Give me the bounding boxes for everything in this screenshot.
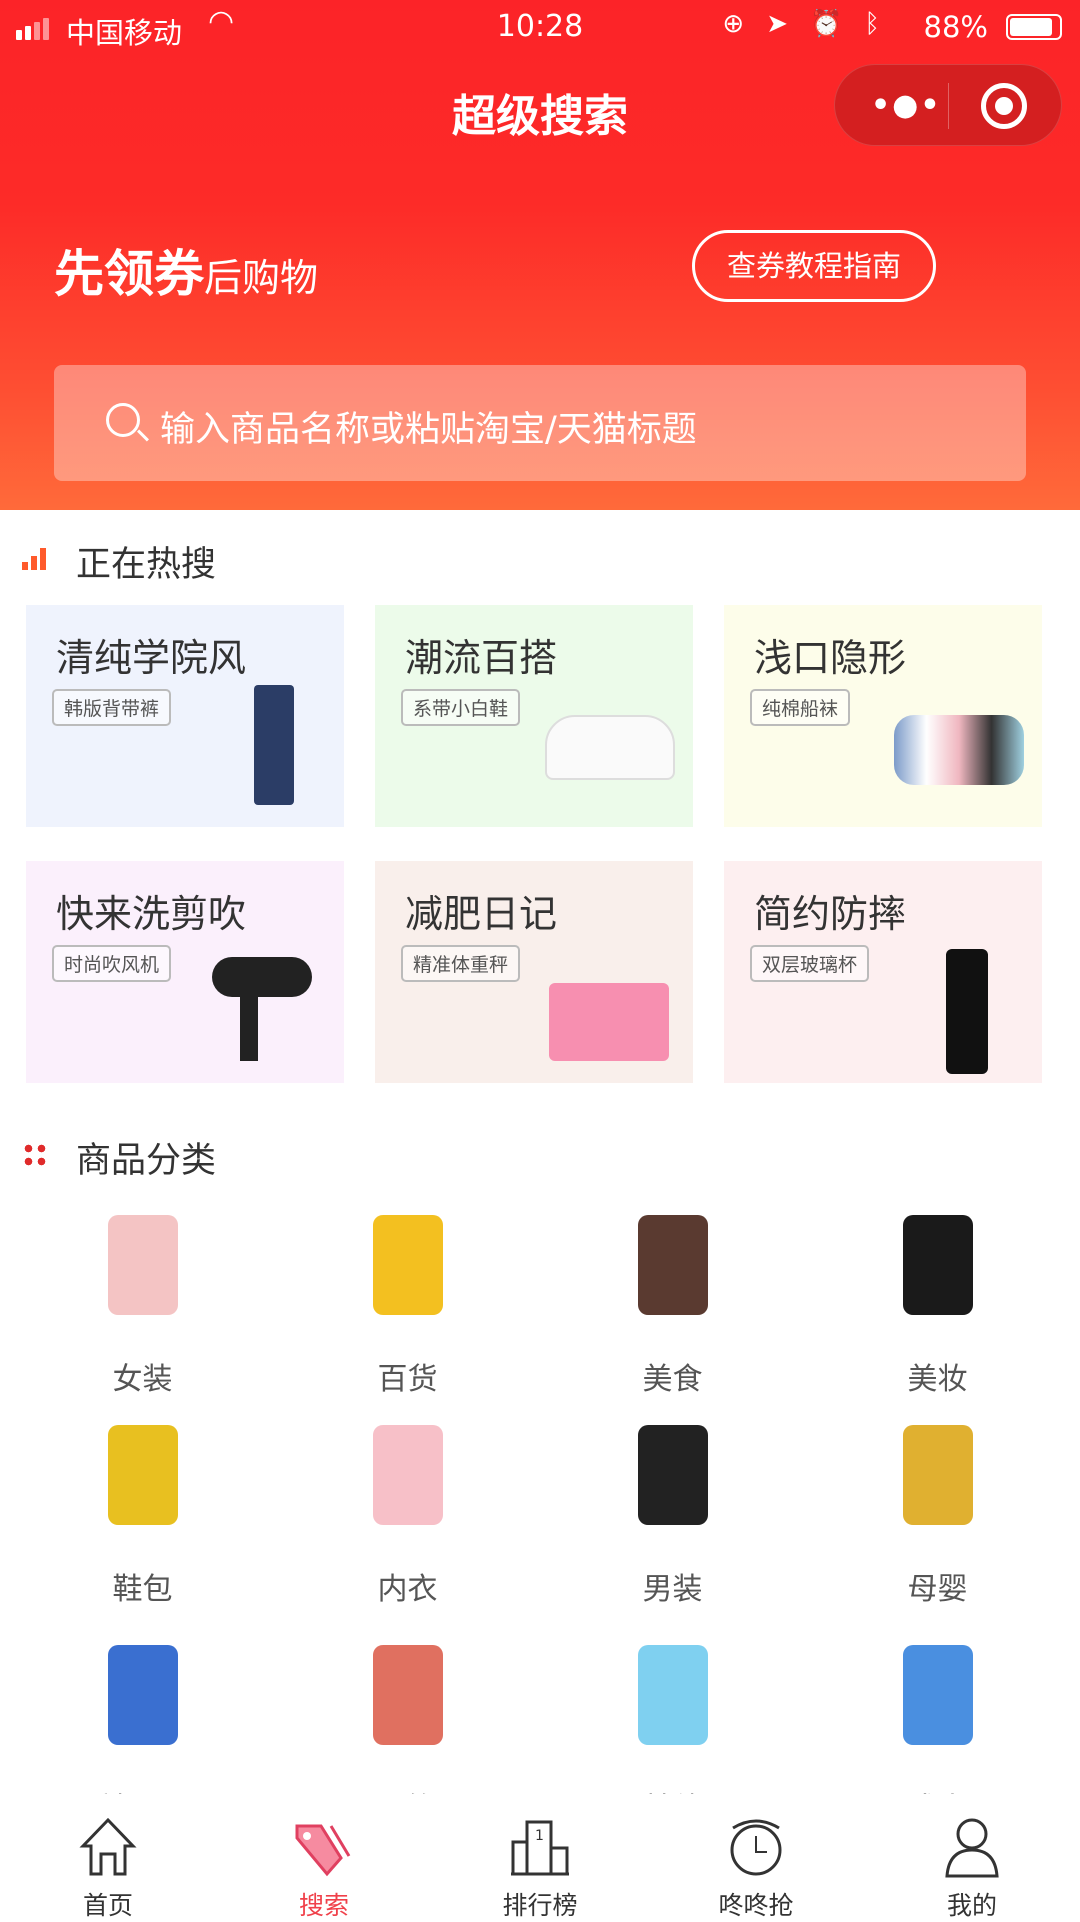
header: 中国移动 ◠ 10:28 ⊕ ➤ ⏰ ᛒ 88% 超级搜索 •●• 先领券后购物 查券… — [0, 0, 1080, 510]
category-label: 美妆 — [907, 1362, 968, 1397]
hot-card-title: 减肥日记 — [405, 892, 558, 936]
category-item[interactable]: 百货 — [275, 1210, 540, 1398]
category-image — [88, 1420, 198, 1530]
category-label: 鞋包 — [112, 1572, 173, 1607]
hot-card-tag: 纯棉船袜 — [750, 689, 851, 726]
battery-percent: 88% — [923, 10, 988, 44]
category-image — [353, 1210, 463, 1320]
category-item[interactable]: 美妆 — [805, 1210, 1070, 1398]
nav-label: 我的 — [946, 1891, 997, 1920]
category-title: 商品分类 — [76, 1141, 217, 1181]
category-image — [353, 1640, 463, 1750]
category-label: 内衣 — [377, 1572, 438, 1607]
hot-card[interactable]: 快来洗剪吹 时尚吹风机 — [26, 861, 344, 1083]
ranking-icon: 1 — [507, 1814, 573, 1880]
category-image — [353, 1420, 463, 1530]
category-label: 男装 — [642, 1572, 703, 1607]
category-item[interactable]: 内衣 — [275, 1420, 540, 1608]
nav-label: 排行榜 — [502, 1891, 578, 1920]
home-icon — [75, 1814, 141, 1880]
bottom-nav: 首页 搜索 1 排行榜 咚咚抢 我的 — [0, 1794, 1080, 1920]
hot-card-title: 快来洗剪吹 — [56, 892, 247, 936]
hot-card-tag: 时尚吹风机 — [52, 945, 172, 982]
hot-card-title: 清纯学院风 — [56, 636, 247, 680]
category-item[interactable]: 男装 — [540, 1420, 805, 1608]
search-input[interactable]: 输入商品名称或粘贴淘宝/天猫标题 — [54, 365, 1026, 481]
category-item[interactable]: 女装 — [10, 1210, 275, 1398]
slogan: 先领券后购物 — [54, 245, 319, 303]
category-label: 美食 — [642, 1362, 703, 1397]
category-item[interactable]: 母婴 — [805, 1420, 1070, 1608]
user-icon — [939, 1814, 1005, 1880]
category-image — [883, 1640, 993, 1750]
nav-item[interactable]: 搜索 — [216, 1794, 432, 1920]
clock: 10:28 — [496, 9, 584, 44]
nav-item[interactable]: 咚咚抢 — [648, 1794, 864, 1920]
hot-card-tag: 系带小白鞋 — [401, 689, 521, 726]
nav-label: 搜索 — [298, 1891, 349, 1920]
hot-card-title: 浅口隐形 — [754, 636, 907, 680]
search-icon — [106, 403, 140, 437]
alarm-icon: ⏰ — [810, 9, 843, 39]
hot-card[interactable]: 清纯学院风 韩版背带裤 — [26, 605, 344, 827]
search-placeholder: 输入商品名称或粘贴淘宝/天猫标题 — [160, 410, 697, 450]
miniprogram-capsule: •●• — [834, 64, 1062, 146]
hot-card[interactable]: 减肥日记 精准体重秤 — [375, 861, 693, 1083]
hot-card[interactable]: 潮流百搭 系带小白鞋 — [375, 605, 693, 827]
category-image — [88, 1640, 198, 1750]
hot-card-title: 潮流百搭 — [405, 636, 558, 680]
hot-card-tag: 韩版背带裤 — [52, 689, 172, 726]
hot-card[interactable]: 简约防摔 双层玻璃杯 — [724, 861, 1042, 1083]
nav-label: 首页 — [82, 1891, 133, 1920]
hot-card-tag: 精准体重秤 — [401, 945, 521, 982]
nav-item[interactable]: 我的 — [864, 1794, 1080, 1920]
status-bar: 中国移动 ◠ 10:28 ⊕ ➤ ⏰ ᛒ 88% — [0, 0, 1080, 54]
hot-icon — [22, 548, 46, 570]
category-image — [618, 1210, 728, 1320]
category-label: 母婴 — [907, 1572, 968, 1607]
category-image — [88, 1210, 198, 1320]
category-label: 女装 — [112, 1362, 173, 1397]
alarm-clock-icon — [723, 1814, 789, 1880]
category-image — [883, 1210, 993, 1320]
category-icon — [22, 1142, 48, 1168]
close-target-icon[interactable] — [981, 83, 1027, 129]
location-icon: ➤ — [766, 9, 789, 39]
hot-card[interactable]: 浅口隐形 纯棉船袜 — [724, 605, 1042, 827]
category-item[interactable]: 美食 — [540, 1210, 805, 1398]
nav-label: 咚咚抢 — [718, 1891, 794, 1920]
guide-button[interactable]: 查券教程指南 — [692, 230, 936, 302]
nav-item[interactable]: 首页 — [0, 1794, 216, 1920]
hot-title: 正在热搜 — [76, 545, 217, 585]
more-icon[interactable]: •●• — [871, 91, 942, 121]
bluetooth-icon: ᛒ — [864, 9, 880, 39]
category-image — [618, 1420, 728, 1530]
category-item[interactable]: 鞋包 — [10, 1420, 275, 1608]
nav-item[interactable]: 1 排行榜 — [432, 1794, 648, 1920]
hot-card-tag: 双层玻璃杯 — [750, 945, 870, 982]
svg-text:1: 1 — [535, 1828, 544, 1844]
category-image — [618, 1640, 728, 1750]
rotation-lock-icon: ⊕ — [722, 9, 745, 39]
tag-icon — [291, 1814, 357, 1880]
category-label: 百货 — [377, 1362, 438, 1397]
battery-icon — [1006, 14, 1062, 40]
hot-card-title: 简约防摔 — [754, 892, 907, 936]
category-image — [883, 1420, 993, 1530]
